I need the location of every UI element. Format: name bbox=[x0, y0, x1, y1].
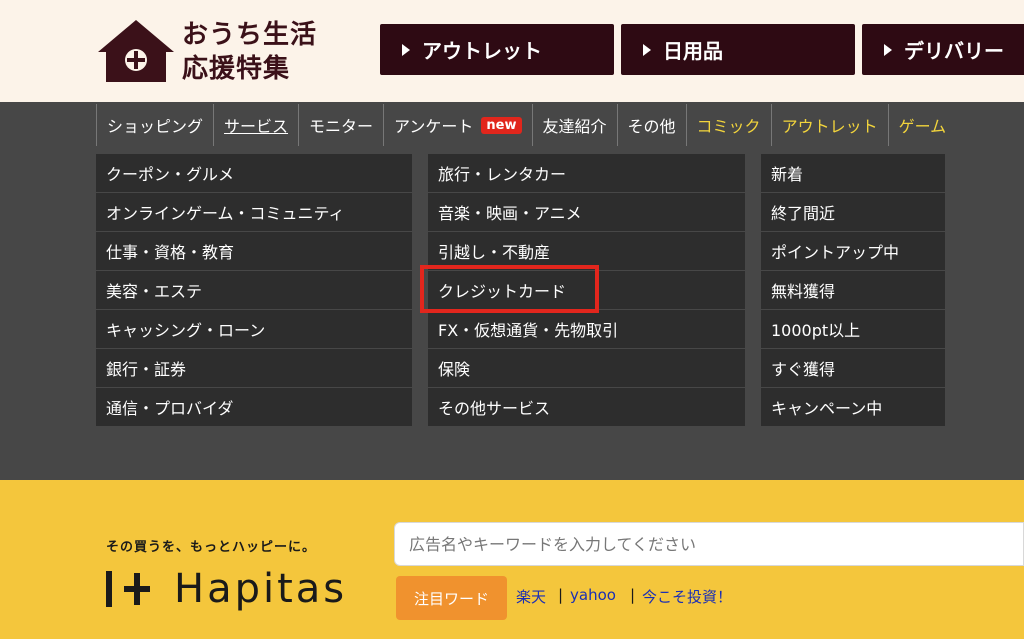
delivery-button-label: デリバリー bbox=[904, 39, 1004, 63]
dropdown-item-insurance[interactable]: 保険 bbox=[428, 349, 745, 387]
logo-line-1: おうち生活 bbox=[182, 20, 318, 50]
dropdown-item-online-game[interactable]: オンラインゲーム・コミュニティ bbox=[96, 193, 412, 231]
header: おうち生活 応援特集 アウトレット 日用品 デリバリー bbox=[0, 0, 1024, 102]
keyword-separator: | bbox=[558, 586, 564, 604]
nav-item-other[interactable]: その他 bbox=[616, 104, 686, 146]
daily-goods-button[interactable]: 日用品 bbox=[621, 24, 855, 75]
dropdown-item-credit-card[interactable]: クレジットカード bbox=[428, 271, 745, 309]
dropdown-column-2: 旅行・レンタカー 音楽・映画・アニメ 引越し・不動産 クレジットカード FX・仮… bbox=[428, 154, 745, 427]
nav-item-label: ゲーム bbox=[898, 117, 947, 136]
nav-item-label: アンケート bbox=[394, 117, 474, 136]
nav-item-label: 友達紹介 bbox=[542, 117, 607, 136]
brand-bar: その買うを、もっとハッピーに。 Hapitas 注目ワード 楽天 | yahoo… bbox=[0, 480, 1024, 639]
nav-item-monitor[interactable]: モニター bbox=[298, 104, 383, 146]
keyword-separator: | bbox=[630, 586, 636, 604]
brand-tagline: その買うを、もっとハッピーに。 bbox=[106, 540, 317, 555]
nav-item-label: コミック bbox=[696, 117, 761, 136]
dropdown-item-1000pt[interactable]: 1000pt以上 bbox=[761, 310, 945, 348]
nav-item-game[interactable]: ゲーム bbox=[887, 104, 957, 146]
main-nav: ショッピング サービス モニター アンケート new 友達紹介 その他 コミック … bbox=[96, 104, 956, 146]
nav-item-label: その他 bbox=[627, 117, 676, 136]
house-icon bbox=[98, 20, 174, 82]
dropdown-item-point-up[interactable]: ポイントアップ中 bbox=[761, 232, 945, 270]
new-badge: new bbox=[481, 116, 522, 134]
hapitas-mark-icon bbox=[106, 571, 150, 607]
dropdown-item-instant[interactable]: すぐ獲得 bbox=[761, 349, 945, 387]
hot-words-button[interactable]: 注目ワード bbox=[396, 576, 507, 620]
outlet-button-label: アウトレット bbox=[422, 39, 542, 63]
nav-item-label: モニター bbox=[309, 117, 374, 136]
nav-item-shopping[interactable]: ショッピング bbox=[96, 104, 213, 146]
dropdown-item-beauty[interactable]: 美容・エステ bbox=[96, 271, 412, 309]
dropdown-item-ending-soon[interactable]: 終了間近 bbox=[761, 193, 945, 231]
triangle-right-icon bbox=[643, 43, 651, 56]
dropdown-item-music-movie-anime[interactable]: 音楽・映画・アニメ bbox=[428, 193, 745, 231]
search-input[interactable] bbox=[394, 522, 1024, 566]
dropdown-item-cashing-loan[interactable]: キャッシング・ローン bbox=[96, 310, 412, 348]
keyword-link-rakuten[interactable]: 楽天 bbox=[516, 586, 546, 607]
nav-item-service[interactable]: サービス bbox=[213, 104, 298, 146]
dropdown-column-1: クーポン・グルメ オンラインゲーム・コミュニティ 仕事・資格・教育 美容・エステ… bbox=[96, 154, 412, 427]
dropdown-item-new[interactable]: 新着 bbox=[761, 154, 945, 192]
nav-item-outlet[interactable]: アウトレット bbox=[770, 104, 888, 146]
keyword-link-invest[interactable]: 今こそ投資！ bbox=[642, 586, 732, 607]
nav-item-label: ショッピング bbox=[107, 117, 204, 136]
nav-item-referral[interactable]: 友達紹介 bbox=[531, 104, 617, 146]
dropdown-item-free[interactable]: 無料獲得 bbox=[761, 271, 945, 309]
dropdown-item-bank-securities[interactable]: 銀行・証券 bbox=[96, 349, 412, 387]
triangle-right-icon bbox=[402, 43, 410, 56]
hapitas-wordmark: Hapitas bbox=[174, 566, 348, 612]
dropdown-column-3: 新着 終了間近 ポイントアップ中 無料獲得 1000pt以上 すぐ獲得 キャンペ… bbox=[761, 154, 945, 427]
dropdown-item-coupon-gourmet[interactable]: クーポン・グルメ bbox=[96, 154, 412, 192]
dropdown-item-work-education[interactable]: 仕事・資格・教育 bbox=[96, 232, 412, 270]
outlet-button[interactable]: アウトレット bbox=[380, 24, 614, 75]
triangle-right-icon bbox=[884, 43, 892, 56]
dropdown-item-other-services[interactable]: その他サービス bbox=[428, 388, 745, 426]
nav-item-label: アウトレット bbox=[781, 117, 878, 136]
hapitas-logo[interactable]: Hapitas bbox=[104, 564, 347, 614]
daily-goods-button-label: 日用品 bbox=[663, 39, 723, 63]
delivery-button[interactable]: デリバリー bbox=[862, 24, 1024, 75]
dropdown-item-telecom-provider[interactable]: 通信・プロバイダ bbox=[96, 388, 412, 426]
nav-item-comic[interactable]: コミック bbox=[685, 104, 771, 146]
dropdown-item-travel-rental[interactable]: 旅行・レンタカー bbox=[428, 154, 745, 192]
dropdown-item-moving-realestate[interactable]: 引越し・不動産 bbox=[428, 232, 745, 270]
site-logo[interactable]: おうち生活 応援特集 bbox=[96, 14, 356, 88]
nav-item-survey[interactable]: アンケート new bbox=[383, 104, 531, 146]
dropdown-item-campaign[interactable]: キャンペーン中 bbox=[761, 388, 945, 426]
nav-item-label: サービス bbox=[224, 117, 289, 136]
keyword-link-yahoo[interactable]: yahoo bbox=[570, 586, 616, 604]
dropdown-item-fx-crypto[interactable]: FX・仮想通貨・先物取引 bbox=[428, 310, 745, 348]
logo-line-2: 応援特集 bbox=[182, 54, 291, 84]
